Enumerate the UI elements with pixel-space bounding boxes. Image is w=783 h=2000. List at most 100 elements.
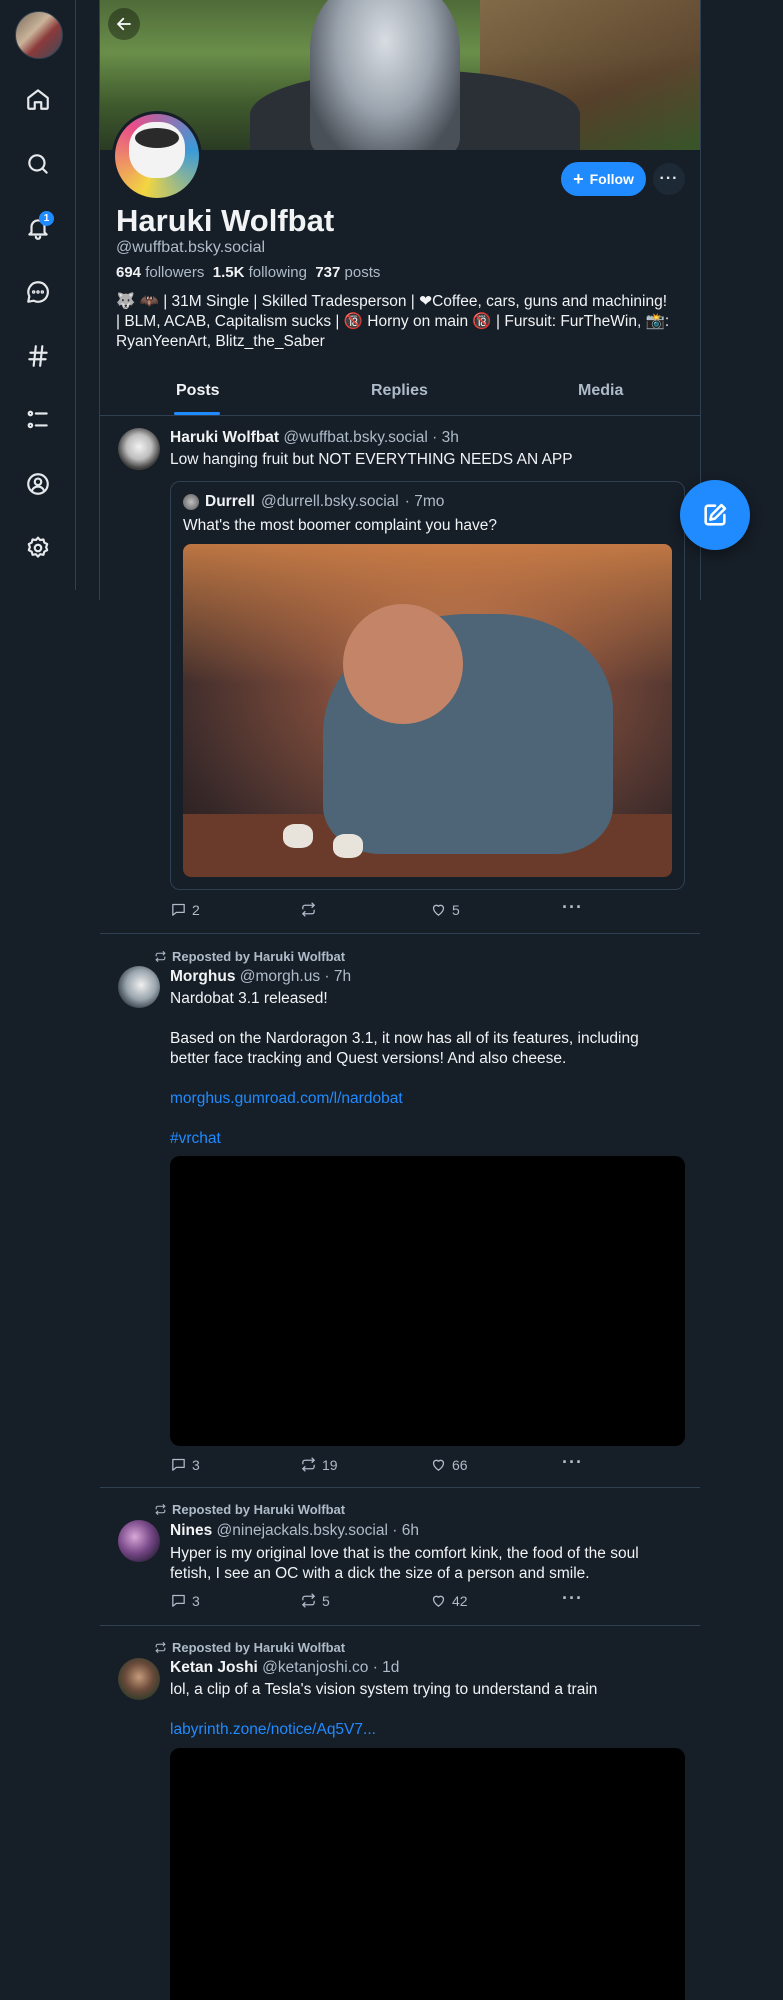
- post-author-handle[interactable]: @morgh.us: [240, 968, 320, 985]
- post-timestamp[interactable]: · 3h: [432, 429, 459, 446]
- post-text: Low hanging fruit but NOT EVERYTHING NEE…: [170, 451, 573, 468]
- like-button[interactable]: 5: [430, 901, 460, 918]
- repost-button[interactable]: [300, 901, 322, 918]
- profile-tabs: Posts Replies Media: [100, 372, 700, 416]
- reply-button[interactable]: 3: [170, 1592, 200, 1609]
- repost-icon: [155, 951, 166, 962]
- lists-icon[interactable]: [18, 400, 58, 440]
- like-count: 66: [452, 1456, 468, 1473]
- like-button[interactable]: 42: [430, 1592, 468, 1609]
- reply-icon: [172, 1594, 185, 1607]
- settings-icon[interactable]: [18, 528, 58, 568]
- post-header: Ketan Joshi @ketanjoshi.co · 1d: [170, 1659, 399, 1677]
- repost-indicator[interactable]: Reposted by Haruki Wolfbat: [154, 1502, 345, 1517]
- tab-posts[interactable]: Posts: [176, 382, 220, 400]
- video-embed[interactable]: [170, 1748, 685, 2000]
- posts-count: 737 posts: [315, 264, 381, 281]
- follow-button[interactable]: + Follow: [561, 162, 646, 196]
- profile-stats: 694 followers 1.5K following 737 posts: [116, 264, 380, 281]
- post-timestamp[interactable]: · 1d: [373, 1659, 400, 1676]
- compose-button[interactable]: [680, 480, 750, 550]
- post-author-avatar[interactable]: [118, 1520, 160, 1562]
- post-timestamp[interactable]: · 7h: [324, 968, 351, 985]
- post-text-line: lol, a clip of a Tesla's vision system t…: [170, 1681, 598, 1698]
- post-more-icon[interactable]: ···: [562, 897, 583, 918]
- post-text: Nardobat 3.1 released! Based on the Nard…: [170, 989, 685, 1149]
- feed-post[interactable]: Reposted by Haruki Wolfbat Morghus @morg…: [100, 934, 700, 1488]
- reply-button[interactable]: 2: [170, 901, 200, 918]
- heart-icon: [432, 1595, 445, 1607]
- post-author-name[interactable]: Ketan Joshi: [170, 1659, 258, 1676]
- post-hashtag[interactable]: #vrchat: [170, 1129, 685, 1149]
- repost-indicator[interactable]: Reposted by Haruki Wolfbat: [154, 949, 345, 964]
- tab-media[interactable]: Media: [578, 382, 623, 400]
- quoted-post[interactable]: Durrell @durrell.bsky.social · 7mo What'…: [170, 481, 685, 890]
- post-more-icon[interactable]: ···: [562, 1452, 583, 1473]
- post-actions: 3 19 66 ···: [170, 1452, 690, 1476]
- feed-post[interactable]: Reposted by Haruki Wolfbat Ketan Joshi @…: [100, 1626, 700, 2000]
- repost-icon: [155, 1642, 166, 1653]
- follow-label: Follow: [589, 171, 634, 187]
- post-timestamp[interactable]: · 6h: [392, 1522, 419, 1539]
- following-link[interactable]: 1.5K following: [213, 264, 307, 281]
- repost-indicator[interactable]: Reposted by Haruki Wolfbat: [154, 1640, 345, 1655]
- bio-line: RyanYeenArt, Blitz_the_Saber: [116, 333, 325, 350]
- profile-icon[interactable]: [18, 464, 58, 504]
- search-icon[interactable]: [18, 144, 58, 184]
- quoted-post-image[interactable]: [183, 544, 672, 877]
- feed-post[interactable]: Reposted by Haruki Wolfbat Nines @nineja…: [100, 1488, 700, 1626]
- followers-link[interactable]: 694 followers: [116, 264, 204, 281]
- post-author-name[interactable]: Haruki Wolfbat: [170, 429, 279, 446]
- reposted-by-label: Reposted by Haruki Wolfbat: [172, 1502, 346, 1517]
- post-author-handle[interactable]: @ketanjoshi.co: [262, 1659, 368, 1676]
- post-actions: 2 5 ···: [170, 897, 690, 921]
- bio-line: 🐺 🦇 | 31M Single | Skilled Tradesperson …: [116, 293, 668, 310]
- feed-post[interactable]: Haruki Wolfbat @wuffbat.bsky.social · 3h…: [100, 416, 700, 934]
- post-author-avatar[interactable]: [118, 428, 160, 470]
- post-author-avatar[interactable]: [118, 966, 160, 1008]
- repost-button[interactable]: 5: [300, 1592, 330, 1609]
- hashtag-icon[interactable]: [18, 336, 58, 376]
- heart-icon: [432, 904, 445, 916]
- repost-count: 5: [322, 1592, 330, 1609]
- post-text-line: Hyper is my original love that is the co…: [170, 1545, 639, 1562]
- notification-badge: 1: [39, 211, 54, 226]
- reply-button[interactable]: 3: [170, 1456, 200, 1473]
- repost-icon: [302, 1457, 315, 1472]
- bell-icon[interactable]: 1: [18, 208, 58, 248]
- profile-avatar[interactable]: [112, 111, 202, 201]
- active-tab-indicator: [174, 412, 220, 415]
- post-author-handle[interactable]: @wuffbat.bsky.social: [283, 429, 427, 446]
- post-actions: 3 5 42 ···: [170, 1588, 690, 1612]
- heart-icon: [432, 1459, 445, 1471]
- repost-icon: [302, 902, 315, 917]
- post-text-line: better face tracking and Quest versions!…: [170, 1050, 567, 1067]
- like-button[interactable]: 66: [430, 1456, 468, 1473]
- video-embed[interactable]: [170, 1156, 685, 1446]
- post-author-avatar[interactable]: [118, 1658, 160, 1700]
- reply-icon: [172, 903, 185, 916]
- post-more-icon[interactable]: ···: [562, 1588, 583, 1609]
- tab-replies[interactable]: Replies: [371, 382, 428, 400]
- repost-count: 19: [322, 1456, 338, 1473]
- chat-icon[interactable]: [18, 272, 58, 312]
- repost-button[interactable]: 19: [300, 1456, 338, 1473]
- plus-icon: +: [573, 169, 584, 189]
- post-header: Nines @ninejackals.bsky.social · 6h: [170, 1522, 419, 1540]
- repost-icon: [302, 1593, 315, 1608]
- compose-icon: [704, 503, 727, 526]
- post-text: lol, a clip of a Tesla's vision system t…: [170, 1680, 685, 1740]
- back-arrow-icon[interactable]: [108, 8, 140, 40]
- post-text-line: fetish, I see an OC with a dick the size…: [170, 1565, 590, 1582]
- post-author-name[interactable]: Nines: [170, 1522, 212, 1539]
- left-sidebar: 1: [0, 0, 76, 590]
- post-link[interactable]: labyrinth.zone/notice/Aq5V7...: [170, 1720, 685, 1740]
- post-link[interactable]: morghus.gumroad.com/l/nardobat: [170, 1089, 685, 1109]
- current-user-avatar[interactable]: [15, 11, 63, 59]
- more-options-button[interactable]: ···: [653, 163, 685, 195]
- profile-bio: 🐺 🦇 | 31M Single | Skilled Tradesperson …: [116, 292, 686, 352]
- home-icon[interactable]: [18, 79, 58, 119]
- repost-icon: [155, 1504, 166, 1515]
- post-author-handle[interactable]: @ninejackals.bsky.social: [217, 1522, 388, 1539]
- post-author-name[interactable]: Morghus: [170, 968, 235, 985]
